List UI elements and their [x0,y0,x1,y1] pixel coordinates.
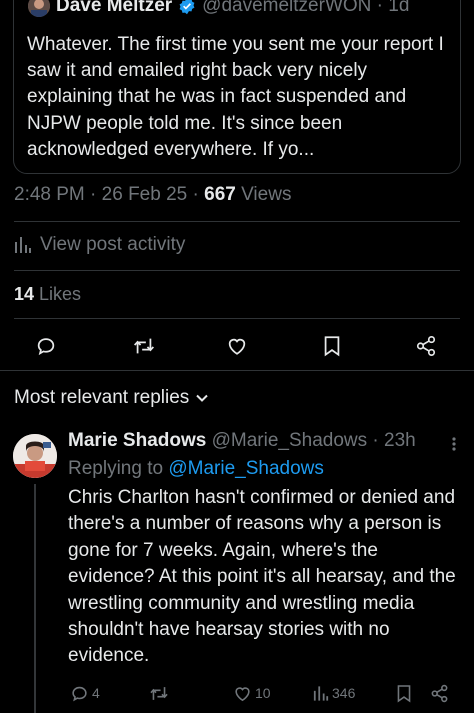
likes-count-link[interactable]: 14 Likes [14,284,81,305]
view-post-activity-label: View post activity [40,234,186,255]
view-post-activity-button[interactable]: View post activity [14,234,185,256]
views-label: Views [235,184,292,205]
post-date[interactable]: 26 Feb 25 [102,184,188,205]
reply-icon [72,686,87,701]
bar-chart-icon [313,685,329,701]
like-count: 10 [255,685,271,701]
post-meta: 2:48 PM · 26 Feb 25 · 667 Views [14,184,291,206]
bookmark-icon [397,684,411,703]
quoted-post-header: Dave Meltzer @davemeltzerWON · 1d [28,0,409,17]
likes-label: Likes [34,284,82,304]
replies-sort-label: Most relevant replies [14,387,190,408]
divider [14,221,460,222]
quoted-post-text: Whatever. The first time you sent me you… [27,34,444,160]
reply-count: 4 [92,685,100,701]
reply-views-button[interactable]: 346 [313,681,355,705]
reply-header: Marie Shadows @Marie_Shadows · 23h [68,430,416,452]
quoted-author-handle[interactable]: @davemeltzerWON · 1d [202,0,409,17]
reply-comment-button[interactable]: 4 [70,681,100,705]
reply-author-avatar[interactable] [13,434,57,478]
thread-line [34,484,36,713]
like-icon [235,686,250,701]
likes-count: 14 [14,284,35,304]
divider [0,370,474,371]
repost-icon[interactable] [132,334,156,358]
meta-separator: · [187,184,205,205]
view-count: 346 [332,685,356,701]
reply-action-bar: 4 10 346 [0,681,474,705]
post-action-bar [0,330,474,360]
repost-icon [150,686,168,700]
reply-repost-button[interactable] [149,681,169,705]
divider [14,318,460,319]
share-icon [431,684,448,702]
reply-bookmark-button[interactable] [396,681,412,705]
quoted-author-avatar[interactable] [28,0,50,17]
replies-sort-dropdown[interactable]: Most relevant replies [14,387,209,409]
like-icon[interactable] [225,334,249,358]
verified-badge-icon [178,0,196,15]
replying-to-handle-link[interactable]: @Marie_Shadows [168,458,324,479]
reply-author-name[interactable]: Marie Shadows [68,430,206,451]
views-count: 667 [204,184,236,205]
reply-text: Chris Charlton hasn't confirmed or denie… [68,487,456,667]
reply-author-handle[interactable]: @Marie_Shadows · 23h [212,430,416,451]
post-time[interactable]: 2:48 PM [14,184,85,205]
replying-to: Replying to @Marie_Shadows [68,458,324,480]
reply-like-button[interactable]: 10 [233,681,271,705]
reply-share-button[interactable] [430,681,449,705]
share-icon[interactable] [414,334,438,358]
bookmark-icon[interactable] [320,334,344,358]
divider [14,270,460,271]
bar-chart-icon [15,237,31,253]
replying-to-prefix: Replying to [68,458,169,479]
chevron-down-icon [196,394,209,402]
quoted-author-name[interactable]: Dave Meltzer [56,0,172,17]
quoted-post-card[interactable]: Dave Meltzer @davemeltzerWON · 1d Whatev… [13,0,461,174]
more-options-icon[interactable] [446,433,462,455]
meta-separator: · [84,184,102,205]
reply-icon[interactable] [34,334,58,358]
